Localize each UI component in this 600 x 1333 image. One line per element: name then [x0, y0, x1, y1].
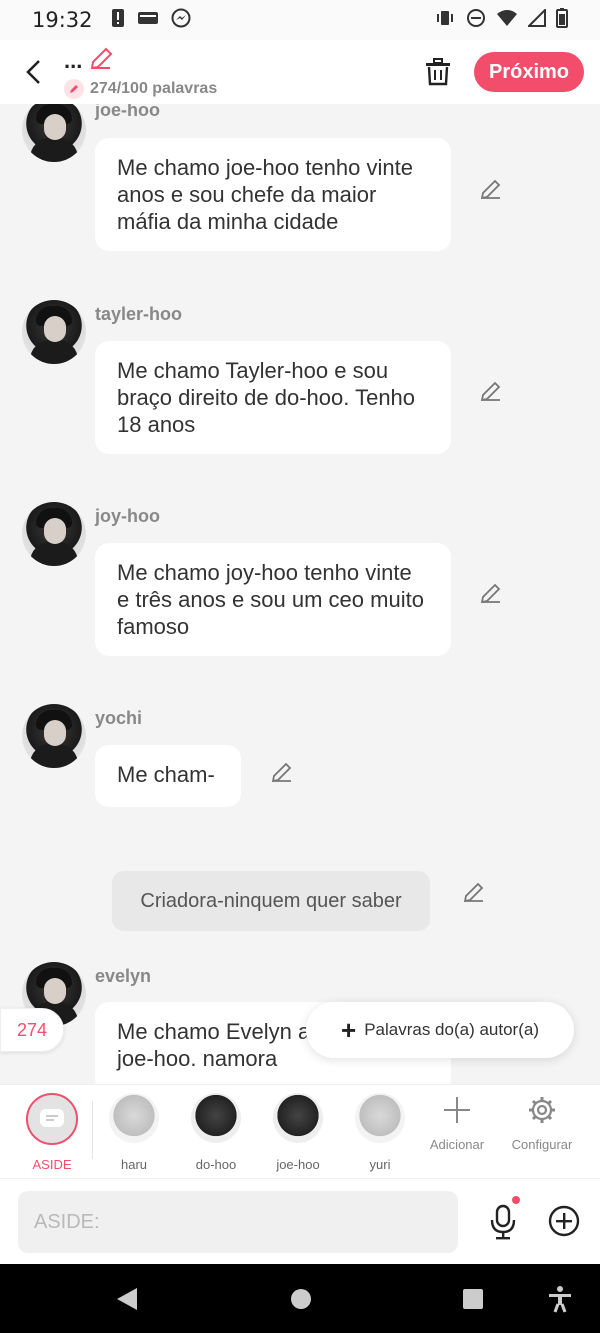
character-label: yuri	[369, 1157, 391, 1172]
avatar	[109, 1093, 159, 1143]
add-label: Adicionar	[429, 1137, 485, 1152]
dnd-icon	[466, 8, 486, 33]
author-words-button[interactable]: + Palavras do(a) autor(a)	[306, 1002, 574, 1058]
trash-icon	[426, 58, 450, 86]
character-name: evelyn	[95, 966, 152, 986]
character-name: joy-hoo	[95, 506, 160, 526]
pen-badge-icon	[64, 78, 84, 99]
aside-avatar	[26, 1093, 78, 1145]
message-bubble[interactable]: Me chamo joe-hoo tenho vinte anos e sou …	[95, 138, 451, 251]
signal-icon	[526, 7, 546, 32]
system-navigation-bar	[0, 1264, 600, 1333]
plus-icon	[444, 1097, 470, 1123]
character-item-joe-hoo[interactable]: joe-hoo	[263, 1093, 333, 1172]
app-header: ... 274/100 palavras Próximo	[0, 40, 600, 104]
character-label: do-hoo	[195, 1157, 237, 1172]
accessibility-icon	[549, 1286, 571, 1313]
story-title-area: ... 274/100 palavras	[64, 46, 217, 99]
edit-narration-icon[interactable]	[461, 879, 487, 905]
word-counter-pill[interactable]: 274	[0, 1008, 64, 1052]
avatar	[355, 1093, 405, 1143]
status-time: 19:32	[32, 8, 93, 32]
avatar[interactable]	[22, 704, 86, 768]
square-recents-icon	[463, 1289, 483, 1309]
character-name: yochi	[95, 708, 143, 728]
divider	[92, 1101, 93, 1159]
wifi-icon	[496, 9, 518, 32]
character-label: haru	[120, 1157, 148, 1172]
plus-circle-icon	[548, 1205, 580, 1237]
delete-button[interactable]	[420, 54, 456, 90]
settings-label: Configurar	[511, 1137, 573, 1152]
composer-bar	[0, 1178, 600, 1264]
avatar	[273, 1093, 323, 1143]
story-title: ...	[64, 48, 83, 73]
settings-button[interactable]: Configurar	[502, 1095, 582, 1152]
character-bar: ASIDE haru do-hoo joe-hoo yuri Adicionar	[0, 1084, 600, 1178]
edit-message-icon[interactable]	[478, 580, 504, 606]
message-bubble[interactable]: Me cham-	[95, 745, 241, 807]
chevron-left-icon	[26, 60, 40, 84]
edit-title-icon[interactable]	[88, 46, 114, 77]
add-attachment-button[interactable]	[546, 1203, 582, 1239]
add-character-button[interactable]: Adicionar	[417, 1095, 497, 1152]
character-item-yuri[interactable]: yuri	[345, 1093, 415, 1172]
status-bar: 19:32	[0, 0, 600, 40]
message-bubble[interactable]: Me chamo joy-hoo tenho vinte e três anos…	[95, 543, 451, 656]
message-bubble[interactable]: Me chamo Tayler-hoo e sou braço direito …	[95, 341, 451, 454]
author-words-label: Palavras do(a) autor(a)	[364, 1020, 539, 1039]
plus-icon: +	[341, 1015, 357, 1045]
avatar[interactable]	[22, 104, 86, 162]
edit-message-icon[interactable]	[269, 759, 295, 785]
gear-icon	[529, 1097, 555, 1123]
word-count: 274/100 palavras	[90, 79, 218, 97]
messenger-icon	[171, 8, 191, 33]
back-button[interactable]	[14, 52, 54, 92]
circle-home-icon	[291, 1289, 311, 1309]
avatar[interactable]	[22, 502, 86, 566]
edit-message-icon[interactable]	[478, 378, 504, 404]
edit-message-icon[interactable]	[478, 176, 504, 202]
chat-area[interactable]: joe-hoo Me chamo joe-hoo tenho vinte ano…	[0, 104, 600, 1084]
avatar[interactable]	[22, 300, 86, 364]
nav-recents-button[interactable]	[458, 1284, 488, 1314]
aside-selector[interactable]: ASIDE	[17, 1093, 87, 1172]
card-icon	[137, 10, 159, 31]
vibrate-icon	[434, 9, 456, 32]
microphone-button[interactable]	[484, 1201, 522, 1243]
character-item-haru[interactable]: haru	[99, 1093, 169, 1172]
aside-label: ASIDE	[32, 1157, 72, 1172]
microphone-icon	[490, 1204, 516, 1240]
recording-indicator-dot	[512, 1196, 520, 1204]
narration-bubble[interactable]: Criadora-ninquem quer saber	[112, 871, 430, 931]
triangle-back-icon	[117, 1288, 137, 1310]
battery-icon	[556, 7, 568, 33]
chat-bubble-icon	[40, 1109, 64, 1127]
avatar	[191, 1093, 241, 1143]
nav-back-button[interactable]	[112, 1284, 142, 1314]
character-name: tayler-hoo	[95, 304, 183, 324]
character-label: joe-hoo	[276, 1157, 320, 1172]
message-input[interactable]	[18, 1191, 458, 1253]
accessibility-button[interactable]	[545, 1284, 575, 1314]
character-item-do-hoo[interactable]: do-hoo	[181, 1093, 251, 1172]
next-button[interactable]: Próximo	[474, 52, 584, 92]
character-name: joe-hoo	[95, 104, 160, 120]
alert-icon	[111, 8, 125, 33]
nav-home-button[interactable]	[286, 1284, 316, 1314]
